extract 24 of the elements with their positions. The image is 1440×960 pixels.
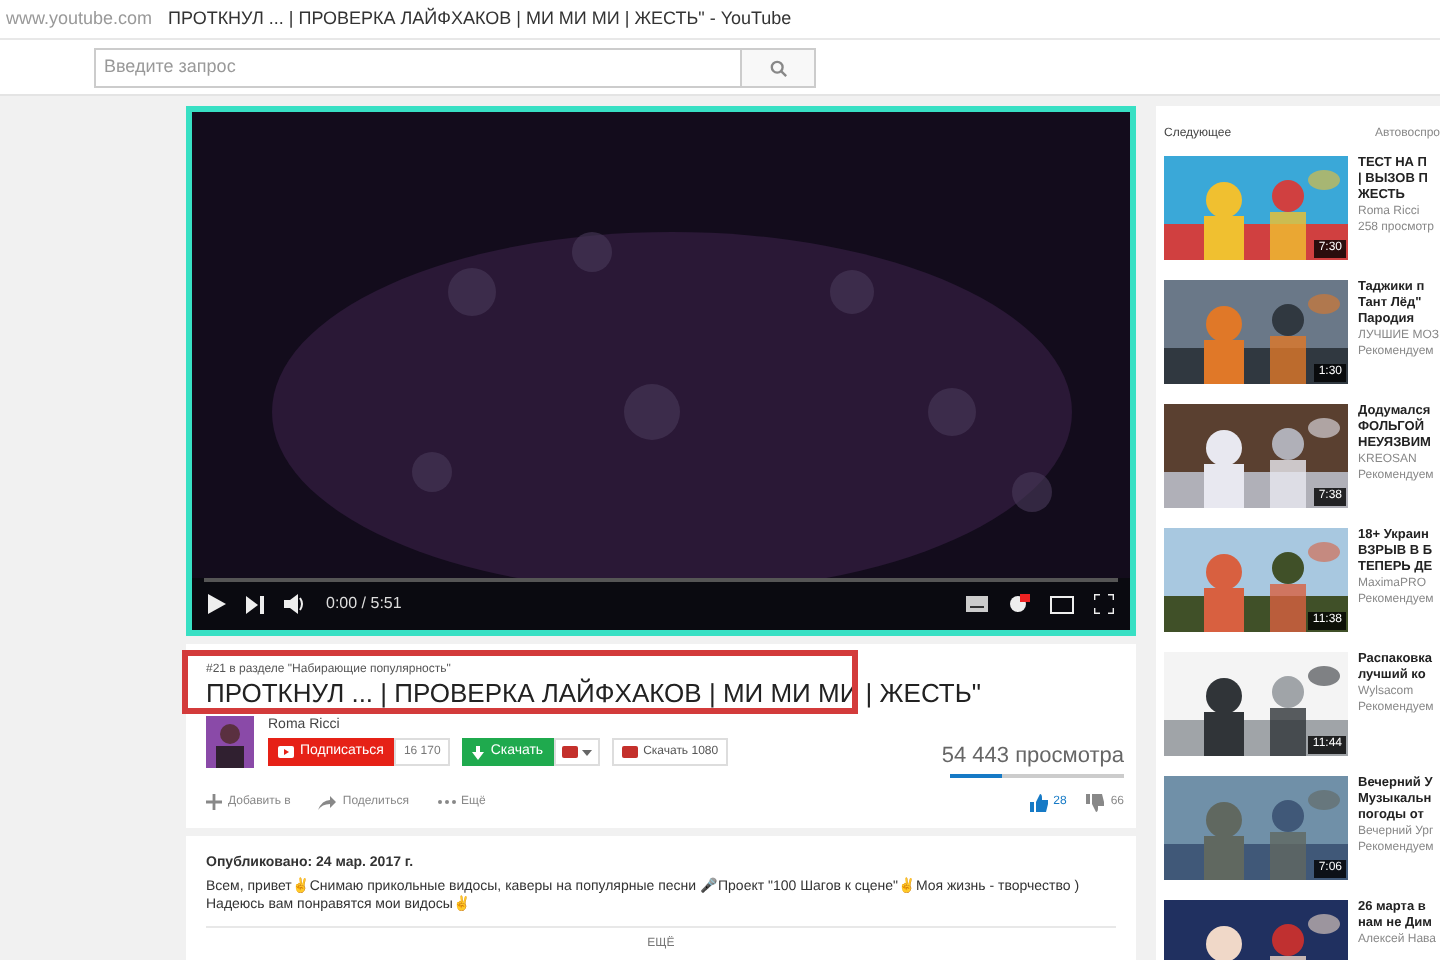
- search-button[interactable]: [742, 48, 816, 88]
- next-icon[interactable]: [246, 595, 264, 613]
- caret-icon: [581, 749, 592, 755]
- search-icon: [769, 59, 787, 77]
- video-player[interactable]: 0:00 / 5:51: [186, 106, 1136, 636]
- thumbs-up-icon: [1029, 793, 1048, 811]
- thumbs-down-icon: [1086, 793, 1105, 811]
- url-text: www.youtube.com: [6, 5, 153, 32]
- fullscreen-icon[interactable]: [1094, 594, 1114, 614]
- video-icon: [561, 746, 578, 758]
- share-icon: [318, 795, 337, 809]
- view-count: 54 443 просмотра: [941, 742, 1124, 772]
- format-dropdown[interactable]: [553, 738, 600, 766]
- volume-icon[interactable]: [284, 594, 306, 614]
- theater-icon[interactable]: [1050, 595, 1074, 613]
- download-icon: [472, 745, 485, 759]
- subtitles-icon[interactable]: [966, 596, 988, 612]
- plus-icon: [206, 794, 222, 810]
- time-display: 0:00 / 5:51: [326, 592, 402, 616]
- play-icon: [278, 746, 294, 758]
- channel-avatar[interactable]: [206, 716, 254, 768]
- video-icon: [621, 746, 638, 758]
- page-title: ПРОТКНУЛ ... | ПРОВЕРКА ЛАЙФХАКОВ | МИ МИ МИ | ЖЕСТЬ" - YouTube: [168, 5, 792, 32]
- play-icon[interactable]: [208, 594, 226, 614]
